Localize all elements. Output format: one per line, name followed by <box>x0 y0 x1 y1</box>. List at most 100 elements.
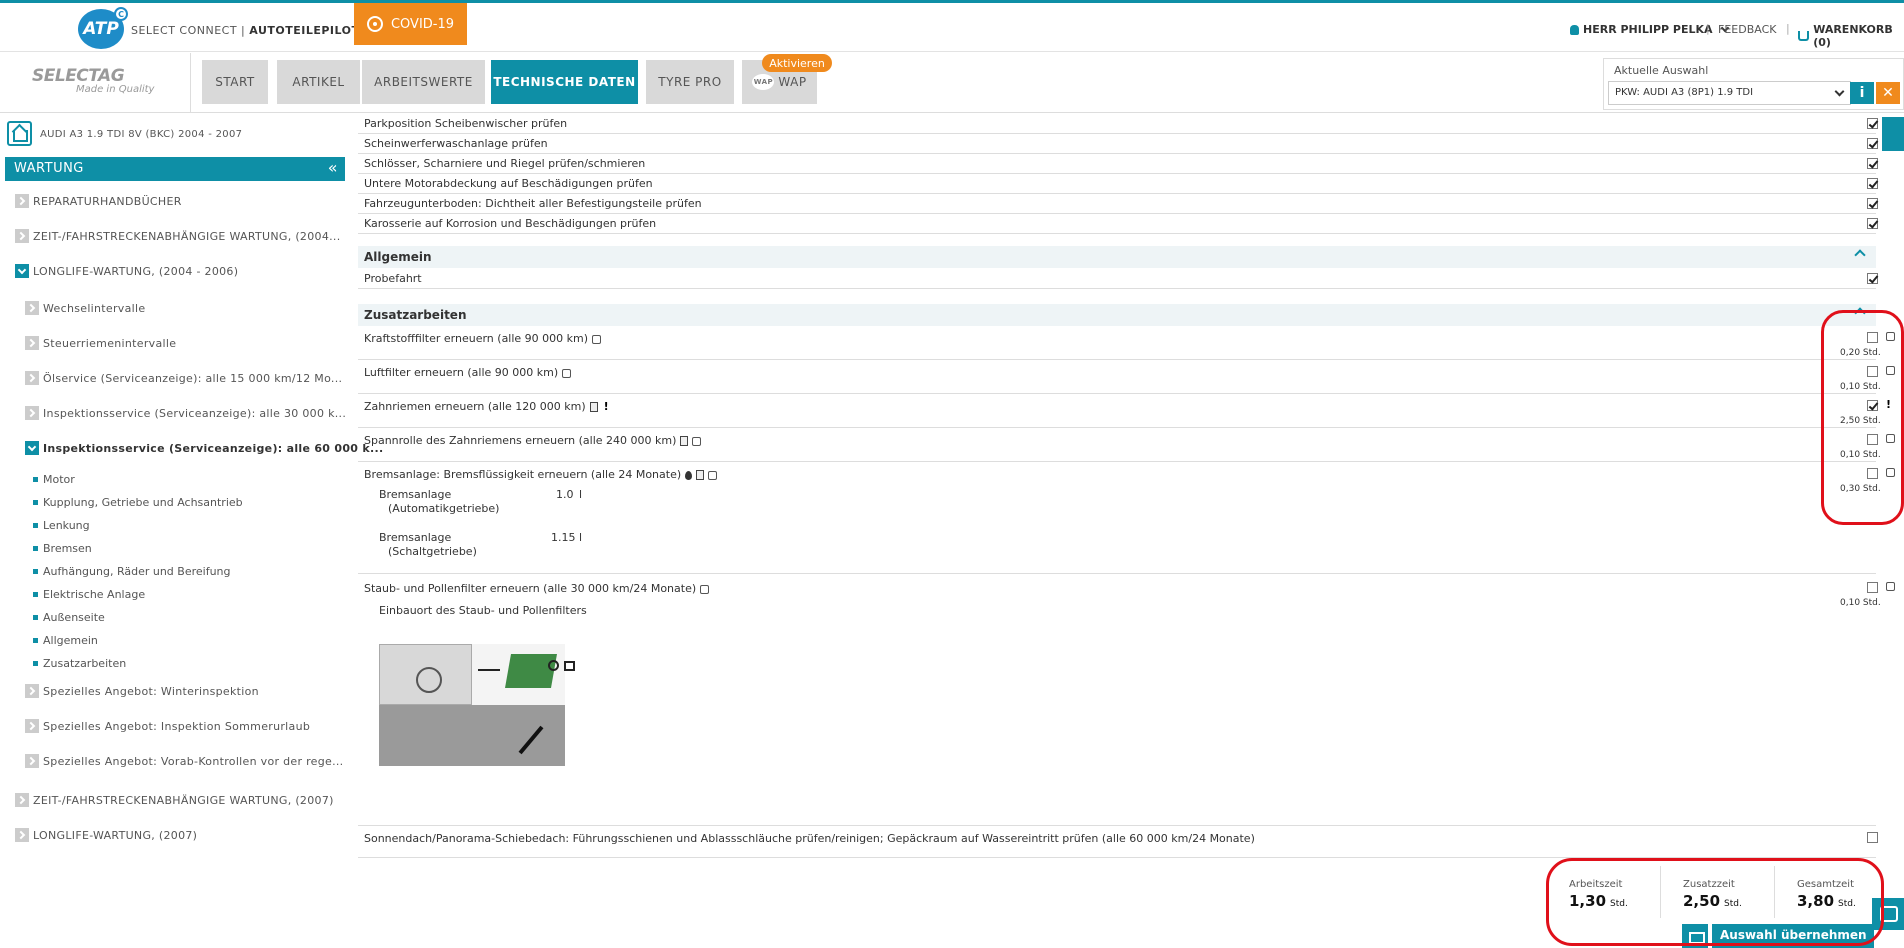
checkbox[interactable] <box>1867 198 1878 209</box>
sidebar-item-inspektion-60000[interactable]: Inspektionsservice (Serviceanzeige): all… <box>25 441 384 455</box>
zusatz-label: Spannrolle des Zahnriemens erneuern (all… <box>364 434 677 447</box>
vehicle-name: AUDI A3 1.9 TDI 8V (BKC) 2004 - 2007 <box>40 129 243 140</box>
parts-icon[interactable] <box>708 470 718 480</box>
vehicle-select[interactable]: PKW: AUDI A3 (8P1) 1.9 TDI <box>1608 81 1851 105</box>
select-logo-main: SELECTAG <box>32 66 125 86</box>
checklist-label: Probefahrt <box>364 272 422 285</box>
fluid-name: Bremsanlage <box>379 531 452 544</box>
feedback-link[interactable]: FEEDBACK <box>1718 23 1776 36</box>
zusatz-label-wrap: Spannrolle des Zahnriemens erneuern (all… <box>364 434 702 447</box>
time-value: 0,10 Std. <box>1840 598 1881 608</box>
sidebar-item-sommerurlaub[interactable]: Spezielles Angebot: Inspektion Sommerurl… <box>25 719 310 733</box>
chevron-up-icon <box>1854 249 1866 261</box>
parts-icon[interactable] <box>1886 582 1895 591</box>
print-icon[interactable] <box>563 661 575 671</box>
covid-button[interactable]: COVID-19 <box>354 3 467 45</box>
sidebar-subitem-elektrik[interactable]: Elektrische Anlage <box>33 588 145 601</box>
chevron-right-icon <box>15 229 29 243</box>
tab-tyre-pro[interactable]: TYRE PRO <box>646 60 734 104</box>
tab-arbeitswerte[interactable]: ARBEITSWERTE <box>362 60 485 104</box>
section-allgemein[interactable]: Allgemein <box>358 246 1876 268</box>
parts-icon[interactable] <box>700 584 710 594</box>
sidebar-item-label: ZEIT-/FAHRSTRECKENABHÄNGIGE WARTUNG, (20… <box>33 230 341 243</box>
document-icon[interactable] <box>696 470 705 480</box>
collapse-icon[interactable]: « <box>328 158 338 177</box>
sidebar-item-vorab-kontrollen[interactable]: Spezielles Angebot: Vorab-Kontrollen vor… <box>25 754 343 768</box>
sidebar-item-zeit-wartung-2007[interactable]: ZEIT-/FAHRSTRECKENABHÄNGIGE WARTUNG, (20… <box>15 793 334 807</box>
section-title: Zusatzarbeiten <box>364 308 467 322</box>
chevron-right-icon <box>15 194 29 208</box>
sidebar-subitem-label: Aufhängung, Räder und Bereifung <box>43 565 231 578</box>
sidebar-subitem-bremsen[interactable]: Bremsen <box>33 542 92 555</box>
close-button[interactable]: ✕ <box>1876 82 1900 104</box>
checkbox[interactable] <box>1867 178 1878 189</box>
checkbox[interactable] <box>1867 118 1878 129</box>
checkbox[interactable] <box>1867 273 1878 284</box>
zusatz-label: Zahnriemen erneuern (alle 120 000 km) <box>364 400 586 413</box>
figure-tools <box>548 660 575 674</box>
chevron-right-icon <box>25 406 39 420</box>
section-zusatzarbeiten[interactable]: Zusatzarbeiten <box>358 304 1876 326</box>
checklist-row: Untere Motorabdeckung auf Beschädigungen… <box>358 174 1878 194</box>
sidebar-item-wechselintervalle[interactable]: Wechselintervalle <box>25 301 145 315</box>
chevron-right-icon <box>15 828 29 842</box>
sidebar-item-label: Inspektionsservice (Serviceanzeige): all… <box>43 442 384 455</box>
fluid-drop-icon[interactable] <box>685 470 693 480</box>
wartung-header[interactable]: WARTUNG « <box>5 157 345 181</box>
sidebar-item-oelservice[interactable]: Ölservice (Serviceanzeige): alle 15 000 … <box>25 371 342 385</box>
zusatz-row: Spannrolle des Zahnriemens erneuern (all… <box>358 428 1895 462</box>
checkbox[interactable] <box>1867 218 1878 229</box>
fluid-value: 1.15 <box>551 531 576 544</box>
parts-icon[interactable] <box>692 436 702 446</box>
document-icon[interactable] <box>589 402 598 412</box>
checklist-label: Schlösser, Scharniere und Riegel prüfen/… <box>364 157 646 170</box>
tab-start[interactable]: START <box>202 60 268 104</box>
parts-icon[interactable] <box>592 334 602 344</box>
sidebar-subitem-aufhaengung[interactable]: Aufhängung, Räder und Bereifung <box>33 565 231 578</box>
atp-logo[interactable]: ATP C <box>78 7 128 49</box>
sidebar-item-longlife-2007[interactable]: LONGLIFE-WARTUNG, (2007) <box>15 828 197 842</box>
figure-caption: Einbauort des Staub- und Pollenfilters <box>379 604 587 617</box>
sidebar-item-winterinspektion[interactable]: Spezielles Angebot: Winterinspektion <box>25 684 259 698</box>
pollen-filter-figure[interactable] <box>379 644 565 766</box>
checklist-label: Karosserie auf Korrosion und Beschädigun… <box>364 217 657 230</box>
checkbox[interactable] <box>1867 832 1878 843</box>
parts-icon[interactable] <box>562 368 572 378</box>
sidebar-item-label: REPARATURHANDBÜCHER <box>33 195 182 208</box>
tab-artikel[interactable]: ARTIKEL <box>277 60 360 104</box>
home-icon[interactable] <box>7 121 32 146</box>
sidebar-subitem-kupplung[interactable]: Kupplung, Getriebe und Achsantrieb <box>33 496 243 509</box>
sidebar-item-steuerriemen[interactable]: Steuerriemenintervalle <box>25 336 176 350</box>
sidebar-item-reparaturhandbuecher[interactable]: REPARATURHANDBÜCHER <box>15 194 182 208</box>
cart-link[interactable]: WARENKORB (0) <box>1798 23 1904 49</box>
sidebar-item-longlife-2004[interactable]: LONGLIFE-WARTUNG, (2004 - 2006) <box>15 264 238 278</box>
checkbox[interactable] <box>1867 158 1878 169</box>
zoom-icon[interactable] <box>548 660 559 671</box>
side-tab[interactable] <box>1882 117 1904 151</box>
checkbox[interactable] <box>1867 582 1878 593</box>
sidebar-subitem-motor[interactable]: Motor <box>33 473 75 486</box>
sidebar-item-inspektion-30000[interactable]: Inspektionsservice (Serviceanzeige): all… <box>25 406 346 420</box>
sidebar-subitem-lenkung[interactable]: Lenkung <box>33 519 90 532</box>
checklist-label: Scheinwerferwaschanlage prüfen <box>364 137 548 150</box>
sidebar-subitem-zusatzarbeiten[interactable]: Zusatzarbeiten <box>33 657 126 670</box>
zusatz-label: Luftfilter erneuern (alle 90 000 km) <box>364 366 559 379</box>
wap-activate-badge[interactable]: Aktivieren <box>762 54 832 72</box>
sidebar-subitem-allgemein[interactable]: Allgemein <box>33 634 98 647</box>
chevron-down-icon <box>1834 86 1845 97</box>
checklist-row: Parkposition Scheibenwischer prüfen <box>358 114 1878 134</box>
wap-logo-icon: WAP <box>752 74 775 90</box>
zusatz-label: Kraftstofffilter erneuern (alle 90 000 k… <box>364 332 589 345</box>
sidebar-subitem-aussenseite[interactable]: Außenseite <box>33 611 105 624</box>
zusatz-row: Bremsanlage: Bremsflüssigkeit erneuern (… <box>358 462 1895 574</box>
zusatz-label-wrap: Zahnriemen erneuern (alle 120 000 km)! <box>364 400 609 413</box>
sidebar-item-zeit-wartung-2004[interactable]: ZEIT-/FAHRSTRECKENABHÄNGIGE WARTUNG, (20… <box>15 229 341 243</box>
checkbox[interactable] <box>1867 138 1878 149</box>
tab-technische-daten[interactable]: TECHNISCHE DATEN <box>491 60 638 104</box>
info-button[interactable]: i <box>1850 82 1874 104</box>
main-content: Parkposition Scheibenwischer prüfen Sche… <box>358 114 1895 948</box>
document-icon[interactable] <box>680 436 689 446</box>
user-menu[interactable]: HERR PHILIPP PELKA <box>1570 23 1729 36</box>
chevron-down-icon <box>15 264 29 278</box>
bullet-icon <box>33 500 38 505</box>
